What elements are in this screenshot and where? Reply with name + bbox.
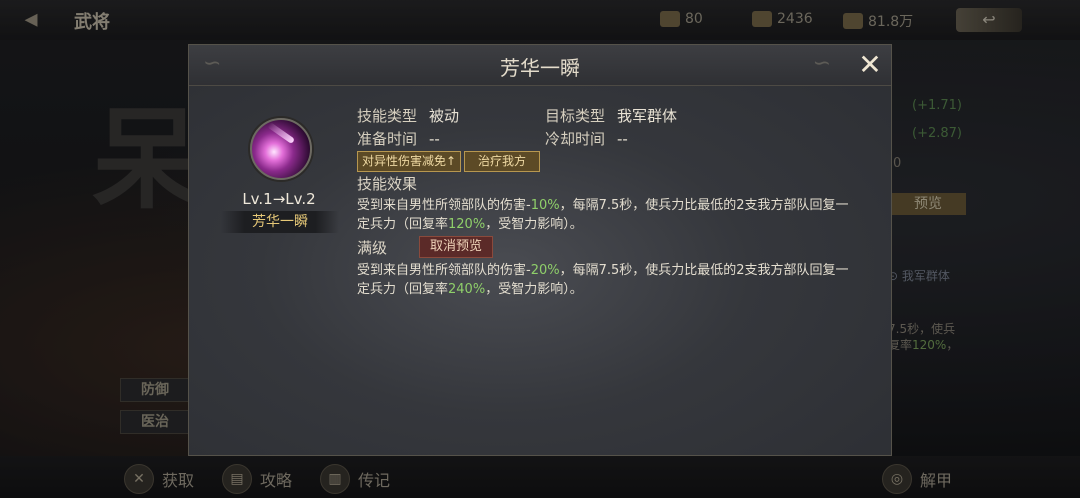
cancel-preview-button[interactable]: 取消预览 <box>419 236 493 258</box>
close-icon[interactable]: ✕ <box>857 51 883 79</box>
prep-time: 准备时间 -- <box>357 130 440 148</box>
cooldown: 冷却时间 -- <box>545 130 628 148</box>
target-type: 目标类型 我军群体 <box>545 107 678 125</box>
skill-name: 芳华一瞬 <box>221 211 339 233</box>
effect-label: 技能效果 <box>357 175 418 193</box>
skill-tag: 治疗我方 <box>464 151 540 172</box>
max-level-description: 受到来自男性所领部队的伤害-20%，每隔7.5秒，使兵力比最低的2支我方部队回复… <box>357 263 849 297</box>
skill-level: Lv.1→Lv.2 <box>242 190 316 208</box>
skill-tag: 对异性伤害减免↑ <box>357 151 462 172</box>
modal-title: 芳华一瞬 <box>500 56 580 80</box>
effect-description: 受到来自男性所领部队的伤害-10%，每隔7.5秒，使兵力比最低的2支我方部队回复… <box>357 198 849 232</box>
cloud-ornament-icon: ∽ <box>812 51 831 76</box>
max-level-label: 满级 <box>357 239 388 257</box>
skill-detail-modal: ∽ 芳华一瞬 ∽ ✕ Lv.1→Lv.2 芳华一瞬 技能类型 被动 目标类型 我军群… <box>188 44 892 456</box>
modal-header: ∽ 芳华一瞬 ∽ ✕ <box>189 45 891 86</box>
skill-icon <box>250 118 312 180</box>
skill-type: 技能类型 被动 <box>357 107 460 125</box>
